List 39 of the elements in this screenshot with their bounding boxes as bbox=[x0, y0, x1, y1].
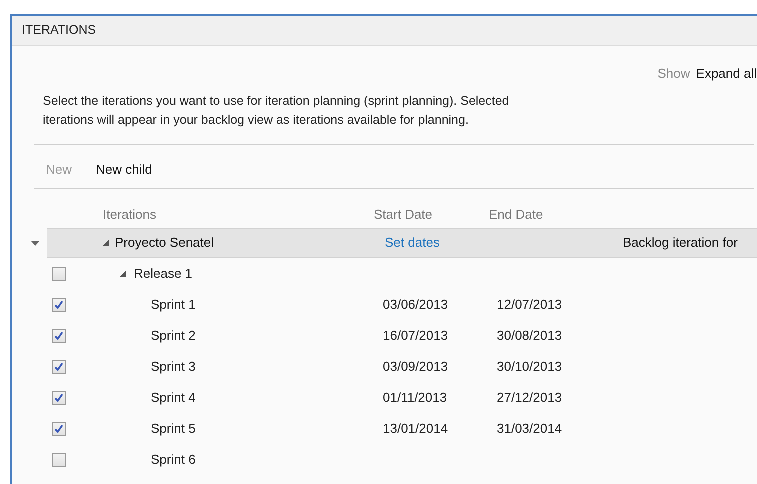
iteration-name[interactable]: Sprint 3 bbox=[151, 356, 196, 376]
start-date: 13/01/2014 bbox=[383, 420, 448, 436]
collapse-arrow-icon[interactable] bbox=[120, 270, 126, 276]
start-date: 03/06/2013 bbox=[383, 296, 448, 312]
checkbox[interactable] bbox=[52, 298, 66, 312]
collapse-arrow-icon[interactable] bbox=[103, 240, 109, 246]
window-title: ITERATIONS bbox=[22, 22, 96, 40]
iteration-name[interactable]: Sprint 4 bbox=[151, 388, 196, 408]
end-date: 30/08/2013 bbox=[497, 328, 562, 342]
column-header: End Date bbox=[489, 207, 544, 222]
set-dates-link[interactable]: Set dates bbox=[385, 235, 440, 250]
iteration-name[interactable]: Sprint 2 bbox=[151, 326, 196, 346]
end-date: 30/10/2013 bbox=[497, 358, 562, 374]
start-date: 16/07/2013 bbox=[383, 328, 448, 342]
checkbox[interactable] bbox=[52, 360, 66, 374]
column-header: Start Date bbox=[374, 207, 433, 222]
column-header: Iterations bbox=[103, 207, 156, 222]
backlog-iteration-label: Backlog iteration for bbox=[623, 234, 738, 252]
iteration-name[interactable]: Sprint 6 bbox=[151, 450, 196, 470]
iteration-name[interactable]: Release 1 bbox=[134, 264, 193, 284]
start-date: 01/11/2013 bbox=[383, 390, 448, 404]
start-date: 03/09/2013 bbox=[383, 358, 448, 374]
expand-all-button[interactable]: Expand all bbox=[696, 64, 757, 84]
toolbar-button[interactable]: New child bbox=[96, 160, 152, 180]
root-row[interactable]: Proyecto Senatel Set dates Backlog iteration for bbox=[47, 228, 757, 258]
iteration-name[interactable]: Proyecto Senatel bbox=[115, 233, 214, 253]
end-date: 12/07/2013 bbox=[497, 296, 562, 312]
dropdown-arrow-icon[interactable] bbox=[31, 241, 40, 246]
checkbox[interactable] bbox=[52, 266, 66, 280]
iteration-name[interactable]: Sprint 5 bbox=[151, 418, 196, 438]
checkbox[interactable] bbox=[52, 390, 66, 404]
end-date: 31/03/2014 bbox=[497, 420, 562, 436]
show-label: Show bbox=[658, 65, 690, 84]
description-text: Select the iterations you want to use for iteration planning (sprint planning). Selected iterations will appear in your backlog view as iterations available for planning. bbox=[43, 93, 510, 129]
checkbox[interactable] bbox=[52, 452, 66, 466]
iteration-name[interactable]: Sprint 1 bbox=[151, 294, 196, 314]
checkbox[interactable] bbox=[52, 422, 66, 436]
checkbox[interactable] bbox=[52, 328, 66, 342]
end-date: 27/12/2013 bbox=[497, 390, 562, 404]
